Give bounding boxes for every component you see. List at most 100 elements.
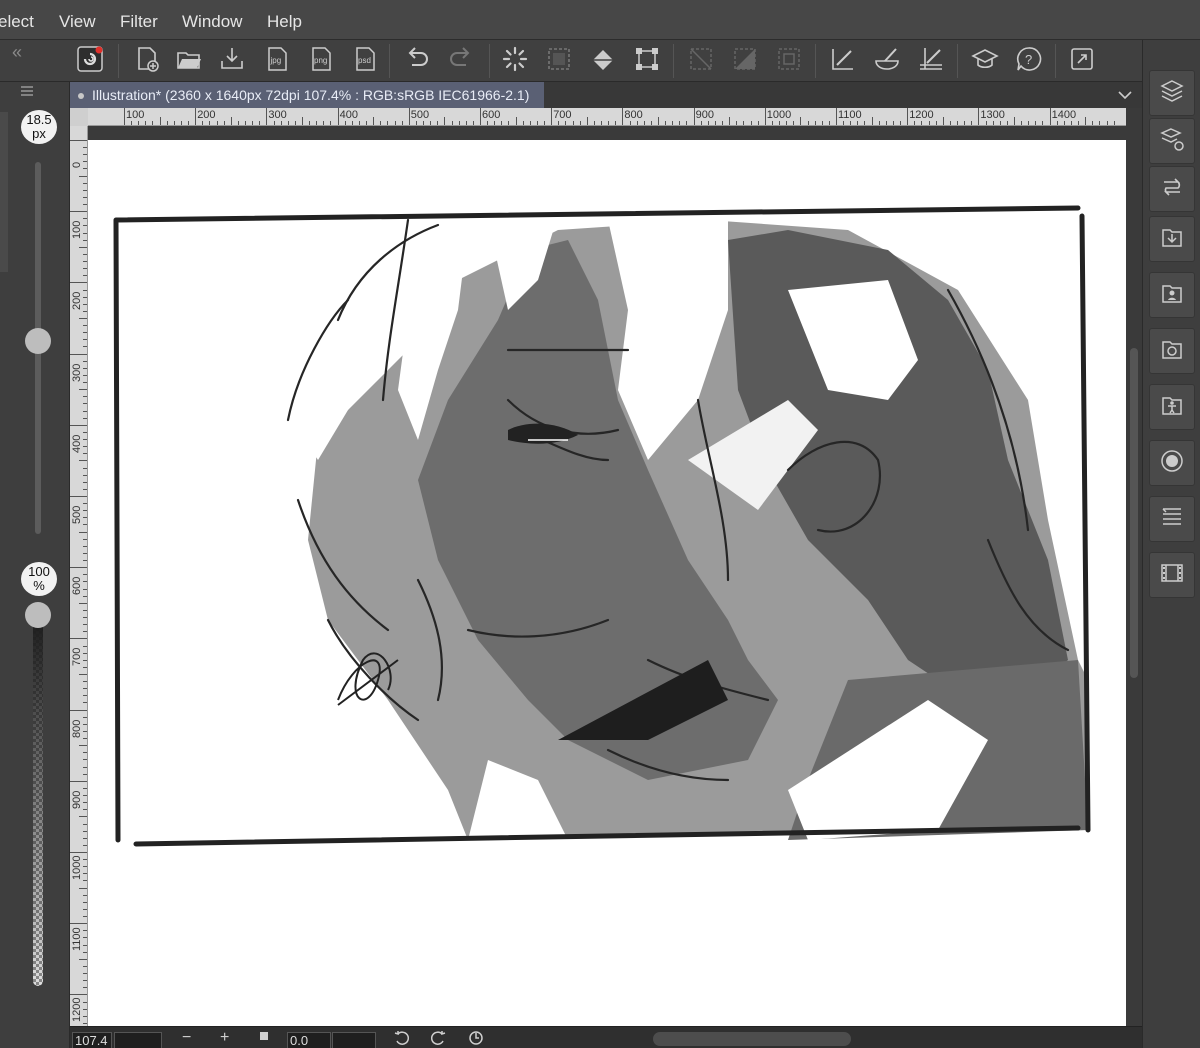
material-button[interactable] (1149, 272, 1195, 318)
tab-list-chevron-icon[interactable] (1116, 86, 1134, 109)
canvas-vertical-scrollbar[interactable] (1126, 108, 1142, 1026)
ruler-minor-tick (83, 367, 87, 369)
3d-head-button[interactable] (1149, 328, 1195, 374)
clip-studio-button[interactable] (74, 45, 106, 77)
ruler-minor-tick (83, 303, 87, 305)
rotate-left-button[interactable] (394, 1030, 410, 1048)
auto-action-button[interactable] (1149, 166, 1195, 212)
collapse-left-icon[interactable]: « (12, 42, 22, 63)
figure-button[interactable] (1149, 384, 1195, 430)
layer-panel-button[interactable] (1149, 70, 1195, 116)
scrollbar-thumb[interactable] (1130, 348, 1138, 678)
ruler-minor-tick (957, 121, 959, 125)
ruler-tick (195, 108, 197, 125)
learn-button[interactable] (969, 45, 1001, 77)
zoom-out-button[interactable]: − (182, 1030, 191, 1046)
select-all-button[interactable] (543, 45, 575, 77)
ruler-snap-button[interactable] (827, 45, 859, 77)
ruler-minor-tick (964, 121, 966, 125)
fill-button[interactable] (587, 45, 619, 77)
zoom-in-button[interactable]: + (220, 1030, 229, 1046)
ruler-minor-tick (83, 296, 87, 298)
ruler-minor-tick (850, 121, 852, 125)
ruler-minor-tick (83, 403, 87, 405)
menu-help[interactable]: Help (267, 12, 302, 32)
ruler-minor-tick (1085, 117, 1087, 125)
ruler-minor-tick (373, 117, 375, 125)
fit-view-button[interactable] (258, 1030, 270, 1046)
export-psd-button[interactable]: psd (349, 45, 381, 77)
timeline-button[interactable] (1149, 552, 1195, 598)
document-tab-title: Illustration* (2360 x 1640px 72dpi 107.4… (92, 87, 530, 103)
color-circle-icon (1159, 448, 1185, 479)
import-button[interactable] (1149, 216, 1195, 262)
paper[interactable] (88, 140, 1126, 1026)
document-tab[interactable]: Illustration* (2360 x 1640px 72dpi 107.4… (70, 82, 544, 108)
special-ruler-icon (873, 45, 901, 78)
ruler-minor-tick (83, 695, 87, 697)
ruler-minor-tick (1056, 121, 1058, 125)
rotate-right-icon (430, 1031, 446, 1045)
menu-filter[interactable]: Filter (120, 12, 158, 32)
help-button[interactable]: ? (1013, 45, 1045, 77)
reset-rotation-button[interactable] (468, 1030, 484, 1048)
canvas-area[interactable] (88, 126, 1126, 1026)
redo-button[interactable] (445, 45, 477, 77)
new-file-button[interactable] (131, 45, 163, 77)
vertical-ruler[interactable]: 0 100 200 300 400 500 600 700 800 900 1000 1100 1200 (70, 126, 88, 1026)
ruler-label: 200 (71, 292, 83, 311)
layer-list-button[interactable] (1149, 496, 1195, 542)
color-circle-button[interactable] (1149, 440, 1195, 486)
undo-button[interactable] (401, 45, 433, 77)
export-png-button[interactable]: png (305, 45, 337, 77)
zoom-slider[interactable] (114, 1032, 162, 1048)
zoom-field[interactable]: 107.4 (72, 1032, 112, 1048)
ruler-minor-tick (672, 121, 674, 125)
loading-button[interactable] (499, 45, 531, 77)
toolbar-separator (1055, 44, 1056, 78)
ruler-tick (70, 994, 87, 996)
rotate-slider[interactable] (332, 1032, 376, 1048)
ruler-minor-tick (83, 873, 87, 875)
ruler-minor-tick (302, 117, 303, 125)
ruler-minor-tick (230, 117, 232, 125)
ruler-minor-tick (83, 837, 87, 839)
rotate-field[interactable]: 0.0 (287, 1032, 331, 1048)
menu-view[interactable]: View (59, 12, 96, 32)
save-button[interactable] (216, 45, 248, 77)
special-ruler-button[interactable] (871, 45, 903, 77)
ruler-minor-tick (536, 121, 538, 125)
grid-snap-button[interactable] (915, 45, 947, 77)
show-selection-button[interactable] (773, 45, 805, 77)
redo-icon (447, 45, 475, 78)
brush-size-slider-knob[interactable] (25, 327, 51, 354)
opacity-track[interactable] (33, 622, 43, 986)
ruler-minor-tick (202, 121, 204, 125)
deselect-button[interactable] (685, 45, 717, 77)
rotate-right-button[interactable] (430, 1030, 446, 1048)
ruler-label: 500 (410, 109, 430, 121)
ruler-minor-tick (921, 121, 923, 125)
ruler-minor-tick (843, 121, 845, 125)
ruler-tick (70, 638, 87, 640)
ruler-minor-tick (294, 121, 296, 125)
ruler-minor-tick (83, 730, 87, 732)
transform-button[interactable] (631, 45, 663, 77)
ruler-minor-tick (437, 121, 439, 125)
invert-selection-button[interactable] (729, 45, 761, 77)
fullscreen-button[interactable] (1066, 45, 1098, 77)
opacity-slider-knob[interactable] (25, 602, 51, 628)
menu-select[interactable]: elect (0, 12, 34, 32)
panel-menu-icon[interactable] (18, 81, 40, 107)
ruler-minor-tick (83, 225, 87, 227)
horizontal-scrollbar[interactable] (653, 1032, 851, 1046)
ruler-minor-tick (949, 121, 951, 125)
svg-text:psd: psd (358, 56, 371, 65)
menu-window[interactable]: Window (182, 12, 242, 32)
ruler-tick (551, 108, 553, 125)
ruler-tick (693, 108, 695, 125)
horizontal-ruler[interactable]: 100 200 300 400 500 600 700 800 900 1000 1100 1200 1… (88, 108, 1126, 126)
export-jpg-button[interactable]: jpg (261, 45, 293, 77)
layer-property-button[interactable] (1149, 118, 1195, 164)
open-button[interactable] (173, 45, 205, 77)
